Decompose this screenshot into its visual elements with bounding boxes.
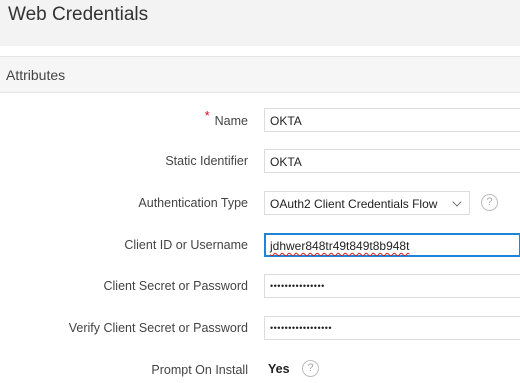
prompt-on-install-label: Prompt On Install [151, 363, 248, 377]
page-title: Web Credentials [8, 4, 149, 25]
verify-client-secret-field[interactable]: ••••••••••••••••• [264, 316, 520, 340]
prompt-on-install-value: Yes [268, 362, 290, 376]
authentication-type-value: OAuth2 Client Credentials Flow [270, 197, 438, 211]
region-title: Attributes [6, 67, 66, 83]
help-icon[interactable]: ? [302, 360, 319, 377]
attributes-region: Attributes * Name OKTA Static Identifier … [0, 56, 520, 383]
region-header: Attributes [0, 57, 520, 93]
verify-client-secret-label: Verify Client Secret or Password [68, 321, 248, 335]
client-id-field[interactable]: jdhwer848tr49t849t8b948t [264, 233, 520, 257]
client-secret-field[interactable]: ••••••••••••••• [264, 274, 520, 298]
chevron-down-icon [452, 197, 462, 207]
name-label: * Name [205, 108, 248, 128]
authentication-type-label: Authentication Type [138, 196, 248, 210]
client-id-value: jdhwer848tr49t849t8b948t [270, 239, 410, 253]
name-field[interactable]: OKTA [264, 108, 520, 132]
client-secret-label: Client Secret or Password [103, 279, 248, 293]
page-header: Web Credentials [0, 0, 520, 46]
help-icon[interactable]: ? [481, 194, 498, 211]
client-id-label: Client ID or Username [124, 238, 248, 252]
name-label-text: Name [214, 114, 248, 128]
static-identifier-field[interactable]: OKTA [264, 149, 520, 173]
static-identifier-label: Static Identifier [165, 154, 248, 168]
authentication-type-select[interactable]: OAuth2 Client Credentials Flow [264, 191, 470, 215]
required-marker: * [204, 108, 210, 123]
